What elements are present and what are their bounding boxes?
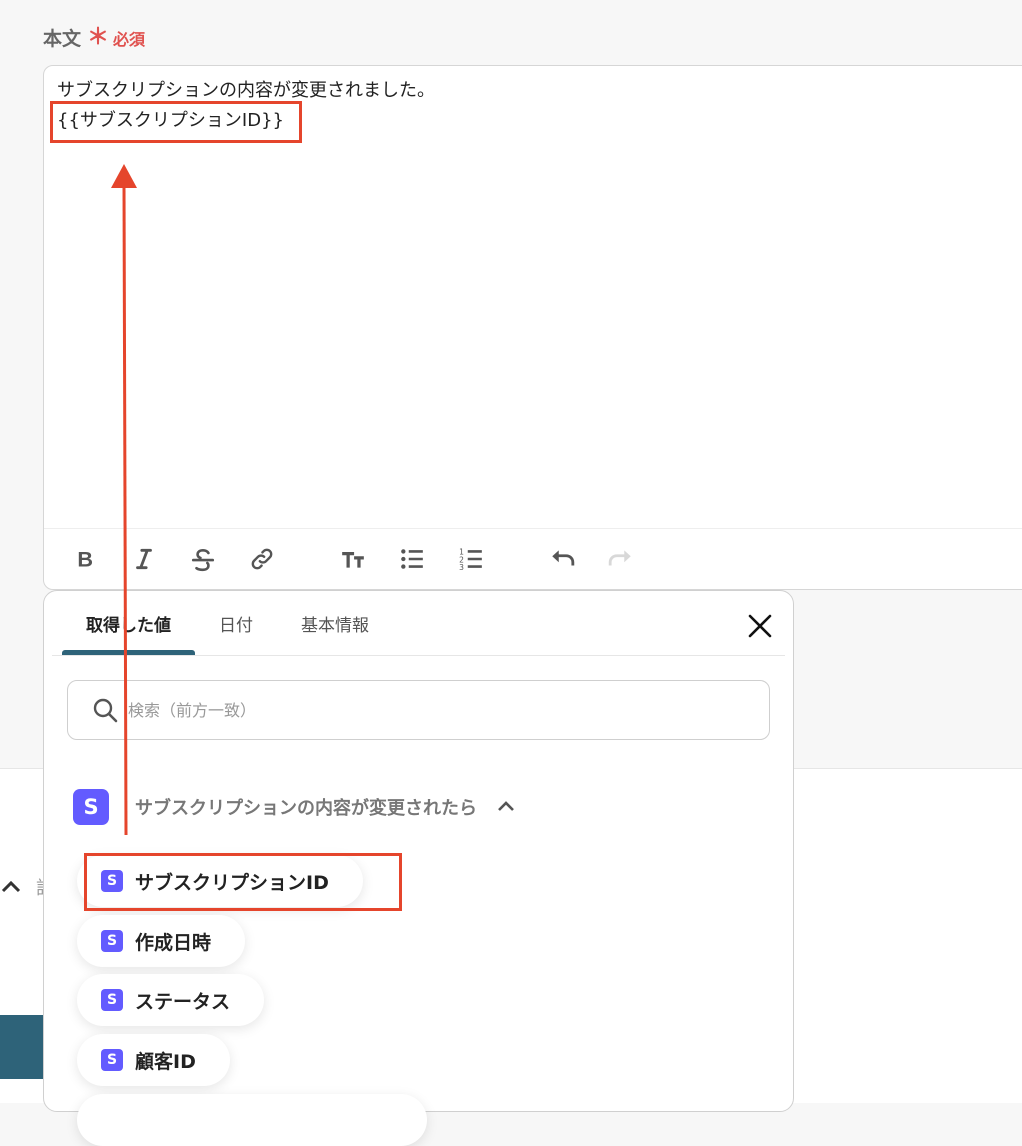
- stripe-badge-icon: S: [101, 989, 123, 1011]
- value-item-customer-id[interactable]: S 顧客ID: [77, 1034, 230, 1086]
- numbered-list-icon: 123: [459, 548, 482, 572]
- text-size-icon: [342, 551, 364, 568]
- editor-toolbar: B 123: [44, 528, 1022, 589]
- trigger-group-header[interactable]: S サブスクリプションの内容が変更されたら: [73, 789, 517, 825]
- bulleted-list-button[interactable]: [397, 545, 427, 573]
- strikethrough-button[interactable]: [188, 545, 218, 573]
- stripe-badge-icon: S: [101, 1049, 123, 1071]
- body-editor[interactable]: サブスクリプションの内容が変更されました。 {{サブスクリプションID}} B …: [43, 65, 1022, 590]
- redo-button[interactable]: [606, 545, 636, 573]
- bulleted-list-icon: [401, 549, 423, 569]
- text-size-button[interactable]: [338, 545, 368, 573]
- search-icon: [93, 698, 118, 723]
- stripe-badge-icon: S: [101, 930, 123, 952]
- required-text: 必須: [113, 29, 146, 49]
- bold-button[interactable]: B: [70, 545, 100, 573]
- search-input[interactable]: [126, 691, 750, 729]
- numbered-list-button[interactable]: 123: [456, 545, 486, 573]
- field-label-text: 本文: [43, 28, 82, 50]
- value-item-status[interactable]: S ステータス: [77, 974, 265, 1026]
- strikethrough-icon: [191, 549, 215, 572]
- italic-button[interactable]: [129, 545, 159, 573]
- svg-text:3: 3: [459, 563, 464, 572]
- tab-date[interactable]: 日付: [195, 591, 277, 655]
- value-item-label: 作成日時: [135, 931, 212, 954]
- collapse-chevron-icon[interactable]: [0, 875, 24, 899]
- highlight-box-editor-variable: [50, 101, 302, 143]
- value-item-label: ステータス: [135, 990, 231, 1013]
- field-label: 本文 ＊ 必須: [43, 24, 145, 51]
- tabs-divider: [52, 655, 785, 656]
- tab-basic-info[interactable]: 基本情報: [277, 591, 393, 655]
- link-button[interactable]: [247, 545, 277, 573]
- required-asterisk-icon: ＊: [87, 24, 110, 50]
- highlight-box-value-item: [84, 853, 402, 911]
- chevron-up-icon: [498, 801, 514, 811]
- close-icon[interactable]: [745, 611, 775, 641]
- link-icon: [251, 548, 273, 570]
- undo-button[interactable]: [547, 545, 577, 573]
- tab-retrieved-values[interactable]: 取得した値: [62, 591, 195, 655]
- value-item-created-at[interactable]: S 作成日時: [77, 915, 246, 967]
- value-item-label: 顧客ID: [135, 1050, 196, 1073]
- undo-icon: [552, 550, 575, 566]
- bold-icon: B: [77, 547, 93, 572]
- svg-text:B: B: [77, 547, 93, 572]
- italic-icon: [136, 548, 152, 570]
- group-title: サブスクリプションの内容が変更されたら: [135, 798, 477, 819]
- redo-icon: [608, 550, 631, 566]
- picker-tabs: 取得した値 日付 基本情報: [62, 591, 393, 655]
- search-box: [67, 680, 770, 740]
- required-marker: ＊ 必須: [87, 26, 145, 50]
- stripe-logo-icon: S: [73, 789, 109, 825]
